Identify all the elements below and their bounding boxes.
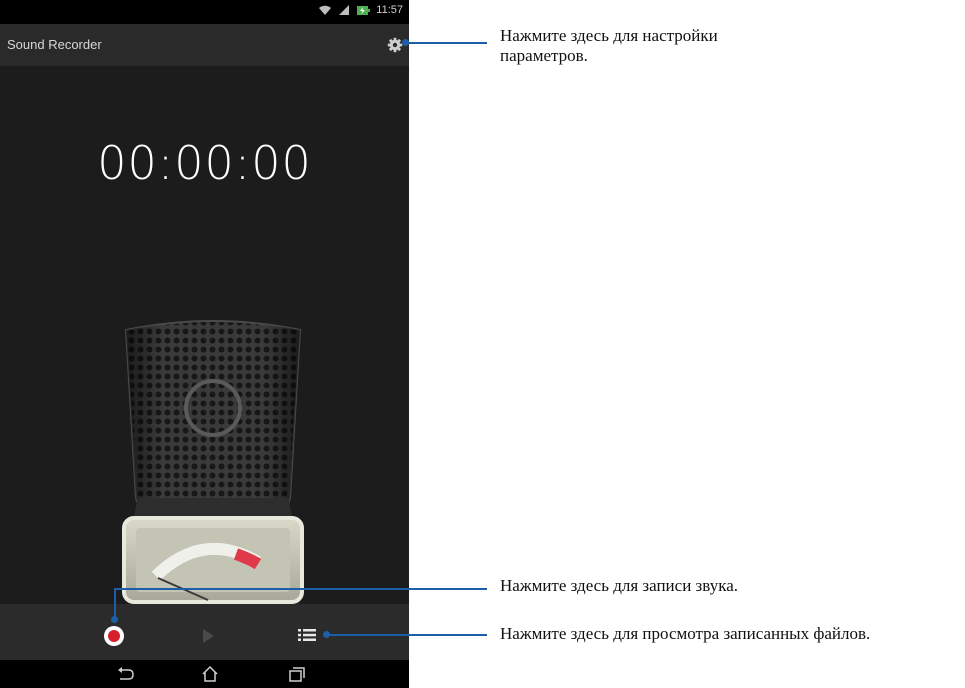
navigation-bar bbox=[0, 660, 409, 688]
record-button[interactable] bbox=[104, 626, 124, 646]
app-title: Sound Recorder bbox=[7, 37, 102, 52]
settings-callout-line bbox=[408, 42, 487, 44]
back-button[interactable] bbox=[115, 665, 135, 683]
settings-button[interactable] bbox=[385, 35, 405, 55]
recording-timer: 00:00:00 bbox=[97, 136, 312, 190]
status-bar: 11:57 bbox=[0, 0, 409, 24]
control-bar bbox=[0, 604, 409, 660]
record-callout-text: Нажмите здесь для записи звука. bbox=[500, 576, 739, 595]
app-bar: Sound Recorder bbox=[0, 24, 409, 66]
signal-icon bbox=[339, 5, 350, 15]
status-icons: 11:57 bbox=[318, 4, 403, 16]
files-callout-text: Нажмите здесь для просмотра записанных ф… bbox=[500, 624, 871, 643]
record-callout-line-vertical bbox=[114, 588, 116, 617]
clock-text: 11:57 bbox=[376, 4, 403, 16]
record-callout-line bbox=[114, 588, 487, 590]
gear-icon bbox=[387, 37, 403, 53]
recent-apps-icon bbox=[289, 667, 305, 682]
play-button[interactable] bbox=[203, 629, 214, 643]
files-callout-line bbox=[328, 634, 487, 636]
record-callout-dot bbox=[111, 616, 118, 623]
wifi-icon bbox=[319, 5, 332, 15]
settings-callout-text: Нажмите здесь для настройки параметров. bbox=[500, 26, 718, 65]
home-button[interactable] bbox=[200, 665, 220, 683]
microphone-illustration bbox=[122, 320, 304, 604]
home-icon bbox=[202, 665, 218, 682]
phone-screen: 11:57 Sound Recorder 00:00:00 bbox=[0, 0, 409, 688]
back-icon bbox=[118, 667, 134, 680]
list-icon bbox=[298, 629, 316, 641]
recent-apps-button[interactable] bbox=[287, 665, 307, 683]
microphone-center-emblem bbox=[184, 379, 242, 437]
recordings-list-button[interactable] bbox=[298, 628, 316, 642]
battery-charging-icon bbox=[357, 6, 371, 15]
